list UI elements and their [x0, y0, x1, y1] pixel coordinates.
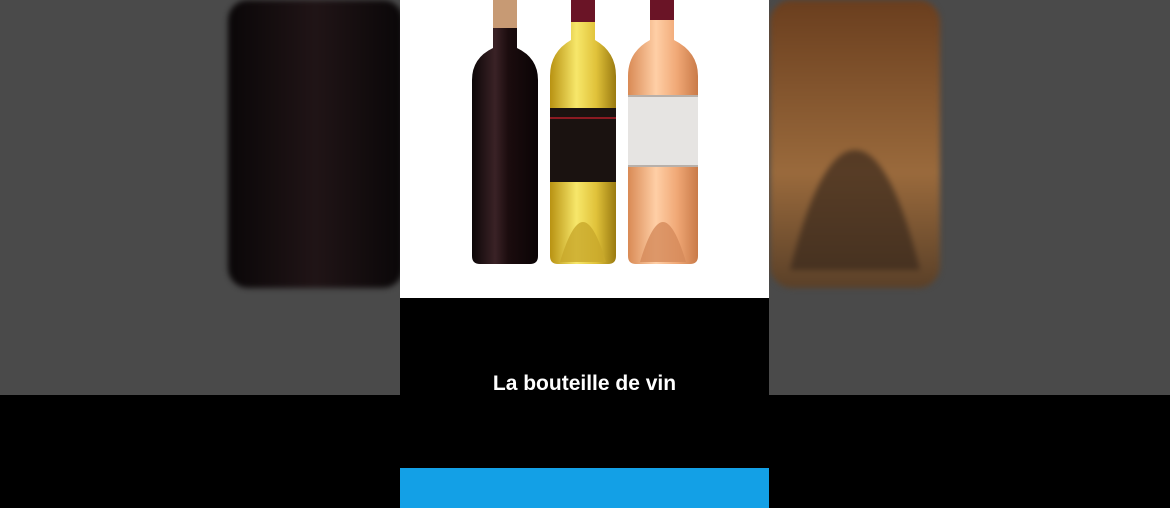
white-wine-bottle	[550, 0, 616, 264]
accent-bar	[400, 468, 769, 508]
rose-wine-bottle	[628, 0, 698, 264]
blurred-red-bottle	[228, 0, 403, 288]
red-wine-bottle	[472, 0, 538, 264]
wine-bottles-photo	[400, 0, 769, 298]
video-caption: La bouteille de vin	[492, 372, 677, 395]
video-panel: La bouteille de vin	[400, 0, 769, 508]
